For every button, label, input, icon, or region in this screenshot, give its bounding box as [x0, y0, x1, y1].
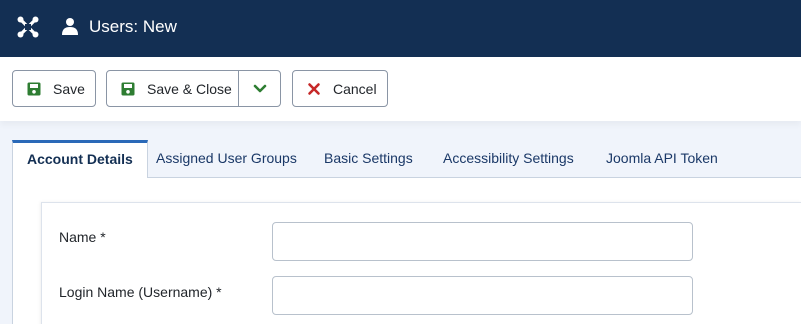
floppy-disk-icon: [27, 82, 41, 95]
chevron-down-icon: [253, 84, 266, 92]
joomla-logo[interactable]: [16, 15, 40, 39]
floppy-disk-icon: [121, 82, 135, 95]
toolbar: Save Save & Close Cancel: [0, 57, 801, 121]
name-label: Name *: [59, 229, 106, 245]
save-button-label: Save: [53, 80, 85, 97]
name-field[interactable]: [272, 222, 693, 261]
username-label: Login Name (Username) *: [59, 284, 222, 300]
save-close-button-group: Save & Close: [106, 70, 281, 107]
page-title: Users: New: [89, 17, 177, 36]
x-icon: [308, 82, 320, 95]
save-close-button[interactable]: Save & Close: [107, 71, 239, 106]
tab-bar: Account Details Assigned User Groups Bas…: [12, 140, 801, 179]
tab-joomla-api-token[interactable]: Joomla API Token: [606, 140, 718, 178]
cancel-button[interactable]: Cancel: [292, 70, 388, 107]
save-close-button-label: Save & Close: [147, 80, 232, 97]
save-options-dropdown-toggle[interactable]: [239, 71, 280, 106]
tab-assigned-user-groups[interactable]: Assigned User Groups: [156, 140, 297, 178]
header-bar: Users: New: [0, 0, 801, 57]
tab-account-details[interactable]: Account Details: [12, 140, 148, 179]
tab-basic-settings[interactable]: Basic Settings: [324, 140, 413, 178]
save-button[interactable]: Save: [12, 70, 96, 107]
user-icon: [62, 18, 78, 35]
username-field[interactable]: [272, 276, 693, 315]
cancel-button-label: Cancel: [333, 80, 377, 97]
tab-accessibility-settings[interactable]: Accessibility Settings: [443, 140, 574, 178]
